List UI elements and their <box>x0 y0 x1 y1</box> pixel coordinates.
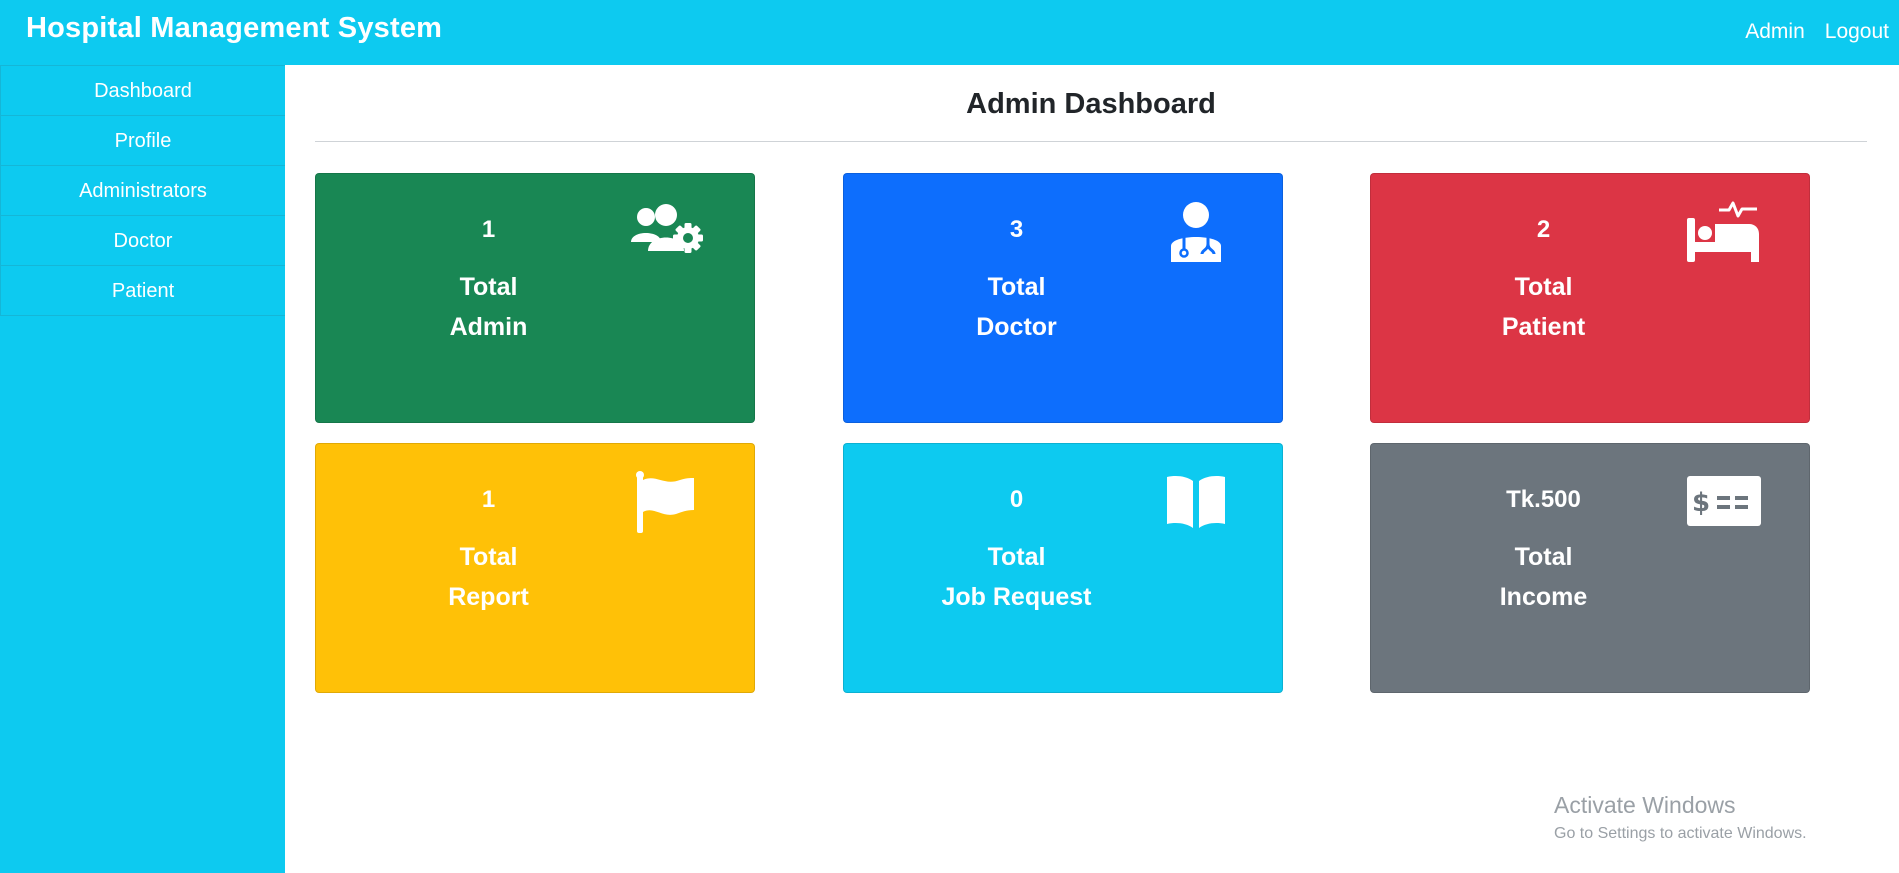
top-nav-links: Admin Logout <box>1745 20 1889 44</box>
stat-card-patient[interactable]: 2 Total Patient <box>1370 173 1810 423</box>
windows-activation-watermark: Activate Windows Go to Settings to activ… <box>1554 792 1807 843</box>
title-divider <box>315 141 1867 142</box>
stat-label: Total Job Request <box>844 537 1189 617</box>
stat-count: 1 <box>481 216 496 243</box>
stat-label-line1: Total <box>987 543 1046 571</box>
stat-label-line1: Total <box>1514 273 1573 301</box>
top-navbar: Hospital Management System Admin Logout <box>0 0 1899 65</box>
page-title: Admin Dashboard <box>966 88 1216 120</box>
sidebar-item-profile[interactable]: Profile <box>0 115 285 166</box>
stat-label-line2: Admin <box>449 313 528 341</box>
sidebar: Dashboard Profile Administrators Doctor … <box>0 65 285 873</box>
open-book-icon <box>1154 470 1238 534</box>
stat-label: Total Doctor <box>844 267 1189 347</box>
sidebar-item-patient[interactable]: Patient <box>0 265 285 316</box>
admin-link[interactable]: Admin <box>1745 20 1805 44</box>
stat-label-line1: Total <box>1514 543 1573 571</box>
hospital-bed-icon <box>1681 200 1765 264</box>
stat-card-doctor[interactable]: 3 Total Doctor <box>843 173 1283 423</box>
stat-label-line2: Job Request <box>941 583 1092 611</box>
flag-icon <box>626 470 710 534</box>
stat-label: Total Income <box>1371 537 1716 617</box>
stat-label-line1: Total <box>987 273 1046 301</box>
sidebar-item-dashboard[interactable]: Dashboard <box>0 65 285 116</box>
stat-count: 1 <box>481 486 496 513</box>
stat-count: 2 <box>1536 216 1551 243</box>
stat-card-job-request[interactable]: 0 Total Job Request <box>843 443 1283 693</box>
stat-label: Total Patient <box>1371 267 1716 347</box>
stat-label: Total Admin <box>316 267 661 347</box>
stat-count: Tk.500 <box>1506 486 1581 513</box>
watermark-subtitle: Go to Settings to activate Windows. <box>1554 825 1807 842</box>
app-title[interactable]: Hospital Management System <box>26 12 442 45</box>
stat-label-line1: Total <box>459 273 518 301</box>
sidebar-item-administrators[interactable]: Administrators <box>0 165 285 216</box>
stat-count: 0 <box>1009 486 1024 513</box>
stat-card-admin[interactable]: 1 Total Admin <box>315 173 755 423</box>
stat-card-income[interactable]: Tk.500 Total Income $ <box>1370 443 1810 693</box>
users-gear-icon <box>626 200 710 264</box>
stat-card-report[interactable]: 1 Total Report <box>315 443 755 693</box>
stat-label-line2: Doctor <box>976 313 1057 341</box>
money-check-icon: $ <box>1681 470 1765 534</box>
stat-label-line2: Income <box>1499 583 1588 611</box>
logout-link[interactable]: Logout <box>1825 20 1889 44</box>
doctor-icon <box>1154 200 1238 264</box>
main-content: Admin Dashboard 1 Total Admin 3 Total Do… <box>285 65 1899 873</box>
sidebar-item-doctor[interactable]: Doctor <box>0 215 285 266</box>
stat-label-line2: Report <box>448 583 529 611</box>
stat-label-line2: Patient <box>1501 313 1586 341</box>
watermark-title: Activate Windows <box>1554 792 1736 818</box>
stat-label-line1: Total <box>459 543 518 571</box>
svg-text:$: $ <box>1692 488 1710 518</box>
stat-count: 3 <box>1009 216 1024 243</box>
stat-label: Total Report <box>316 537 661 617</box>
